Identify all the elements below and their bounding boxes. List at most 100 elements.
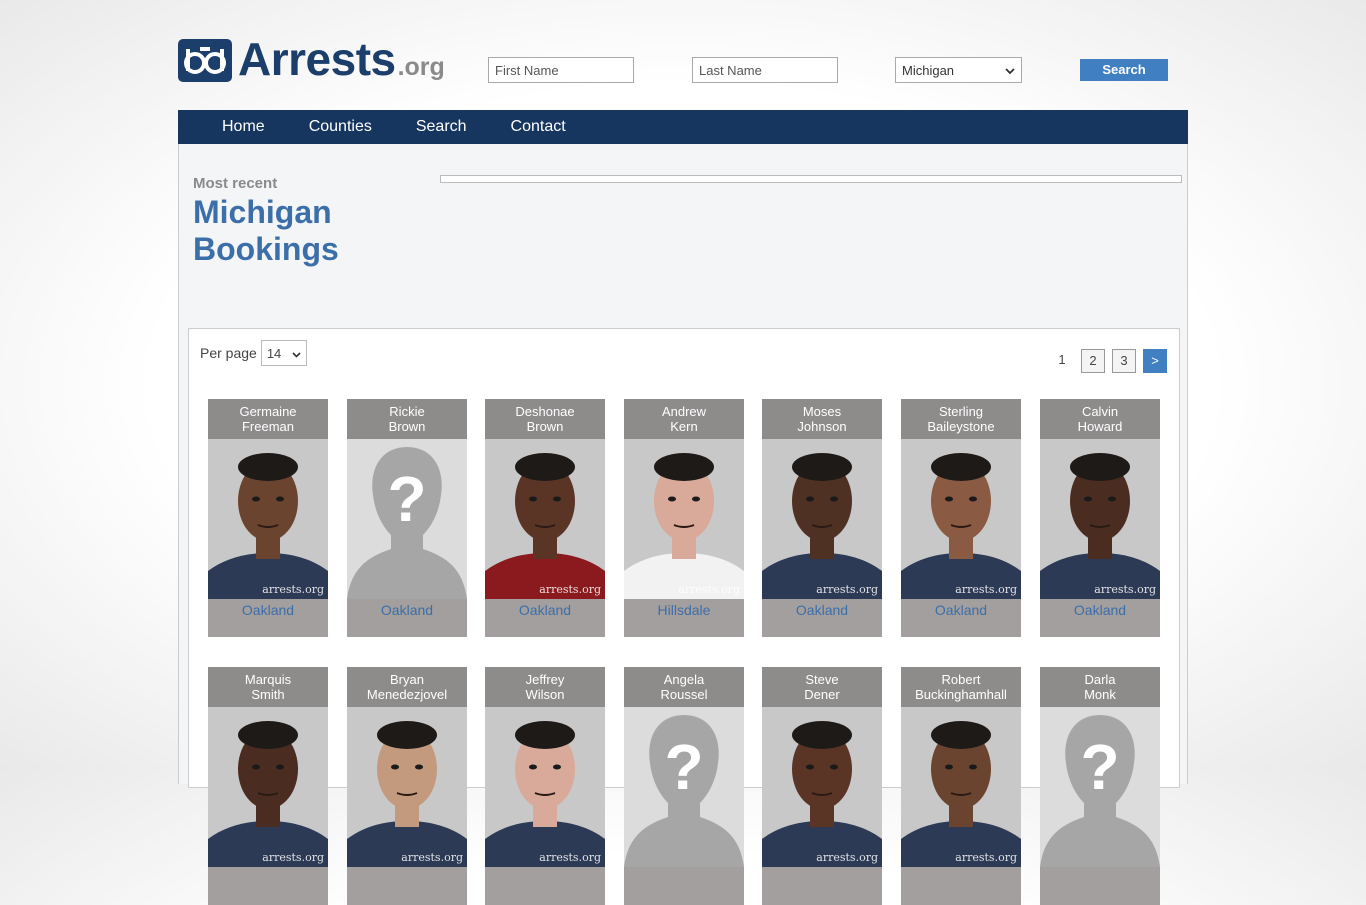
photo-watermark: arrests.org — [816, 583, 878, 596]
booking-card[interactable]: Steve Dener arrests.org — [762, 667, 882, 905]
inmate-last-name: Kern — [670, 419, 698, 434]
nav-contact[interactable]: Contact — [511, 118, 566, 136]
booking-card[interactable]: Sterling Baileystone arrests.org Oakland — [901, 399, 1021, 637]
nav-counties[interactable]: Counties — [309, 118, 372, 136]
booking-card[interactable]: Deshonae Brown arrests.org Oakland — [485, 399, 605, 637]
nav-home[interactable]: Home — [222, 118, 265, 136]
county-link[interactable]: Hillsdale — [624, 602, 744, 618]
booking-card[interactable]: Germaine Freeman arrests.org Oakland — [208, 399, 328, 637]
page-2[interactable]: 2 — [1081, 349, 1105, 373]
booking-card[interactable]: Robert Buckinghamhall arrests.org — [901, 667, 1021, 905]
inmate-first-name: Deshonae — [515, 404, 575, 419]
mugshot-photo[interactable]: arrests.org — [485, 439, 605, 599]
booking-card[interactable]: Moses Johnson arrests.org Oakland — [762, 399, 882, 637]
svg-text:?: ? — [664, 731, 703, 803]
booking-card[interactable]: Andrew Kern arrests.org Hillsdale — [624, 399, 744, 637]
pagination: 1 2 3 > — [1043, 349, 1167, 373]
booking-card[interactable]: Rickie Brown? Oakland — [347, 399, 467, 637]
photo-watermark: arrests.org — [1094, 583, 1156, 596]
photo-watermark: arrests.org — [539, 851, 601, 864]
mugshot-photo[interactable]: arrests.org — [901, 439, 1021, 599]
inmate-first-name: Germaine — [239, 404, 297, 419]
inmate-name[interactable]: Sterling Baileystone — [901, 399, 1021, 439]
inmate-first-name: Bryan — [390, 672, 424, 687]
inmate-name[interactable]: Steve Dener — [762, 667, 882, 707]
county-link[interactable]: Oakland — [208, 602, 328, 618]
inmate-name[interactable]: Robert Buckinghamhall — [901, 667, 1021, 707]
first-name-input[interactable] — [488, 57, 634, 83]
photo-watermark: arrests.org — [262, 851, 324, 864]
inmate-first-name: Moses — [802, 404, 842, 419]
bookings-list: Per page 14 1 2 3 > Germaine Freeman arres… — [188, 328, 1180, 905]
inmate-name[interactable]: Bryan Menedezjovel — [347, 667, 467, 707]
inmate-last-name: Freeman — [241, 419, 295, 434]
page-3[interactable]: 3 — [1112, 349, 1136, 373]
mugshot-photo[interactable]: arrests.org — [485, 707, 605, 867]
inmate-first-name: Angela — [663, 672, 705, 687]
last-name-input[interactable] — [692, 57, 838, 83]
chevron-down-icon — [1005, 63, 1015, 78]
site-logo[interactable]: Arrests .org — [178, 36, 445, 82]
booking-card[interactable]: Bryan Menedezjovel arrests.org — [347, 667, 467, 905]
inmate-first-name: Jeffrey — [525, 672, 565, 687]
photo-watermark: arrests.org — [955, 583, 1017, 596]
inmate-name[interactable]: Darla Monk — [1040, 667, 1160, 707]
inmate-first-name: Steve — [805, 672, 839, 687]
mugshot-photo[interactable]: arrests.org — [1040, 439, 1160, 599]
per-page-select[interactable]: 14 — [260, 340, 307, 366]
svg-text:?: ? — [387, 463, 426, 535]
county-link[interactable]: Oakland — [485, 602, 605, 618]
ad-placeholder — [440, 175, 1182, 183]
inmate-last-name: Smith — [251, 687, 285, 702]
inmate-first-name: Darla — [1084, 672, 1116, 687]
inmate-name[interactable]: Andrew Kern — [624, 399, 744, 439]
inmate-name[interactable]: Deshonae Brown — [485, 399, 605, 439]
booking-card[interactable]: Calvin Howard arrests.org Oakland — [1040, 399, 1160, 637]
inmate-first-name: Marquis — [244, 672, 292, 687]
inmate-last-name: Wilson — [525, 687, 565, 702]
inmate-name[interactable]: Rickie Brown — [347, 399, 467, 439]
state-select-value: Michigan — [902, 62, 955, 78]
inmate-name[interactable]: Moses Johnson — [762, 399, 882, 439]
mugshot-photo[interactable]: arrests.org — [762, 707, 882, 867]
mugshot-photo[interactable]: arrests.org — [762, 439, 882, 599]
mugshot-photo[interactable]: arrests.org — [347, 707, 467, 867]
no-photo-placeholder[interactable]: ? — [1040, 707, 1160, 867]
inmate-last-name: Brown — [388, 419, 426, 434]
mugshot-photo[interactable]: arrests.org — [901, 707, 1021, 867]
per-page-value: 14 — [266, 345, 282, 361]
booking-card[interactable]: Angela Roussel? — [624, 667, 744, 905]
no-photo-placeholder[interactable]: ? — [624, 707, 744, 867]
inmate-last-name: Johnson — [797, 419, 847, 434]
content-panel: Most recent Michigan Bookings Per page 1… — [178, 144, 1188, 905]
per-page-control: Per page 14 — [200, 340, 307, 366]
inmate-name[interactable]: Calvin Howard — [1040, 399, 1160, 439]
county-link[interactable]: Oakland — [762, 602, 882, 618]
inmate-last-name: Howard — [1077, 419, 1123, 434]
no-photo-placeholder[interactable]: ? — [347, 439, 467, 599]
handcuffs-logo-icon — [178, 39, 232, 82]
inmate-first-name: Sterling — [938, 404, 984, 419]
inmate-name[interactable]: Marquis Smith — [208, 667, 328, 707]
page-title-line2: Bookings — [193, 231, 339, 267]
nav-search[interactable]: Search — [416, 118, 467, 136]
state-select[interactable]: Michigan — [895, 57, 1022, 83]
county-link[interactable]: Oakland — [901, 602, 1021, 618]
inmate-name[interactable]: Jeffrey Wilson — [485, 667, 605, 707]
booking-card[interactable]: Darla Monk? — [1040, 667, 1160, 905]
mugshot-photo[interactable]: arrests.org — [208, 439, 328, 599]
photo-watermark: arrests.org — [678, 583, 740, 596]
county-link[interactable]: Oakland — [1040, 602, 1160, 618]
inmate-name[interactable]: Angela Roussel — [624, 667, 744, 707]
mugshot-photo[interactable]: arrests.org — [208, 707, 328, 867]
logo-text: Arrests — [238, 33, 396, 85]
next-page-button[interactable]: > — [1143, 349, 1167, 373]
mugshot-photo[interactable]: arrests.org — [624, 439, 744, 599]
inmate-name[interactable]: Germaine Freeman — [208, 399, 328, 439]
chevron-down-icon — [292, 346, 301, 361]
county-link[interactable]: Oakland — [347, 602, 467, 618]
booking-card[interactable]: Jeffrey Wilson arrests.org — [485, 667, 605, 905]
booking-card[interactable]: Marquis Smith arrests.org — [208, 667, 328, 905]
photo-watermark: arrests.org — [955, 851, 1017, 864]
search-button[interactable]: Search — [1080, 59, 1168, 81]
